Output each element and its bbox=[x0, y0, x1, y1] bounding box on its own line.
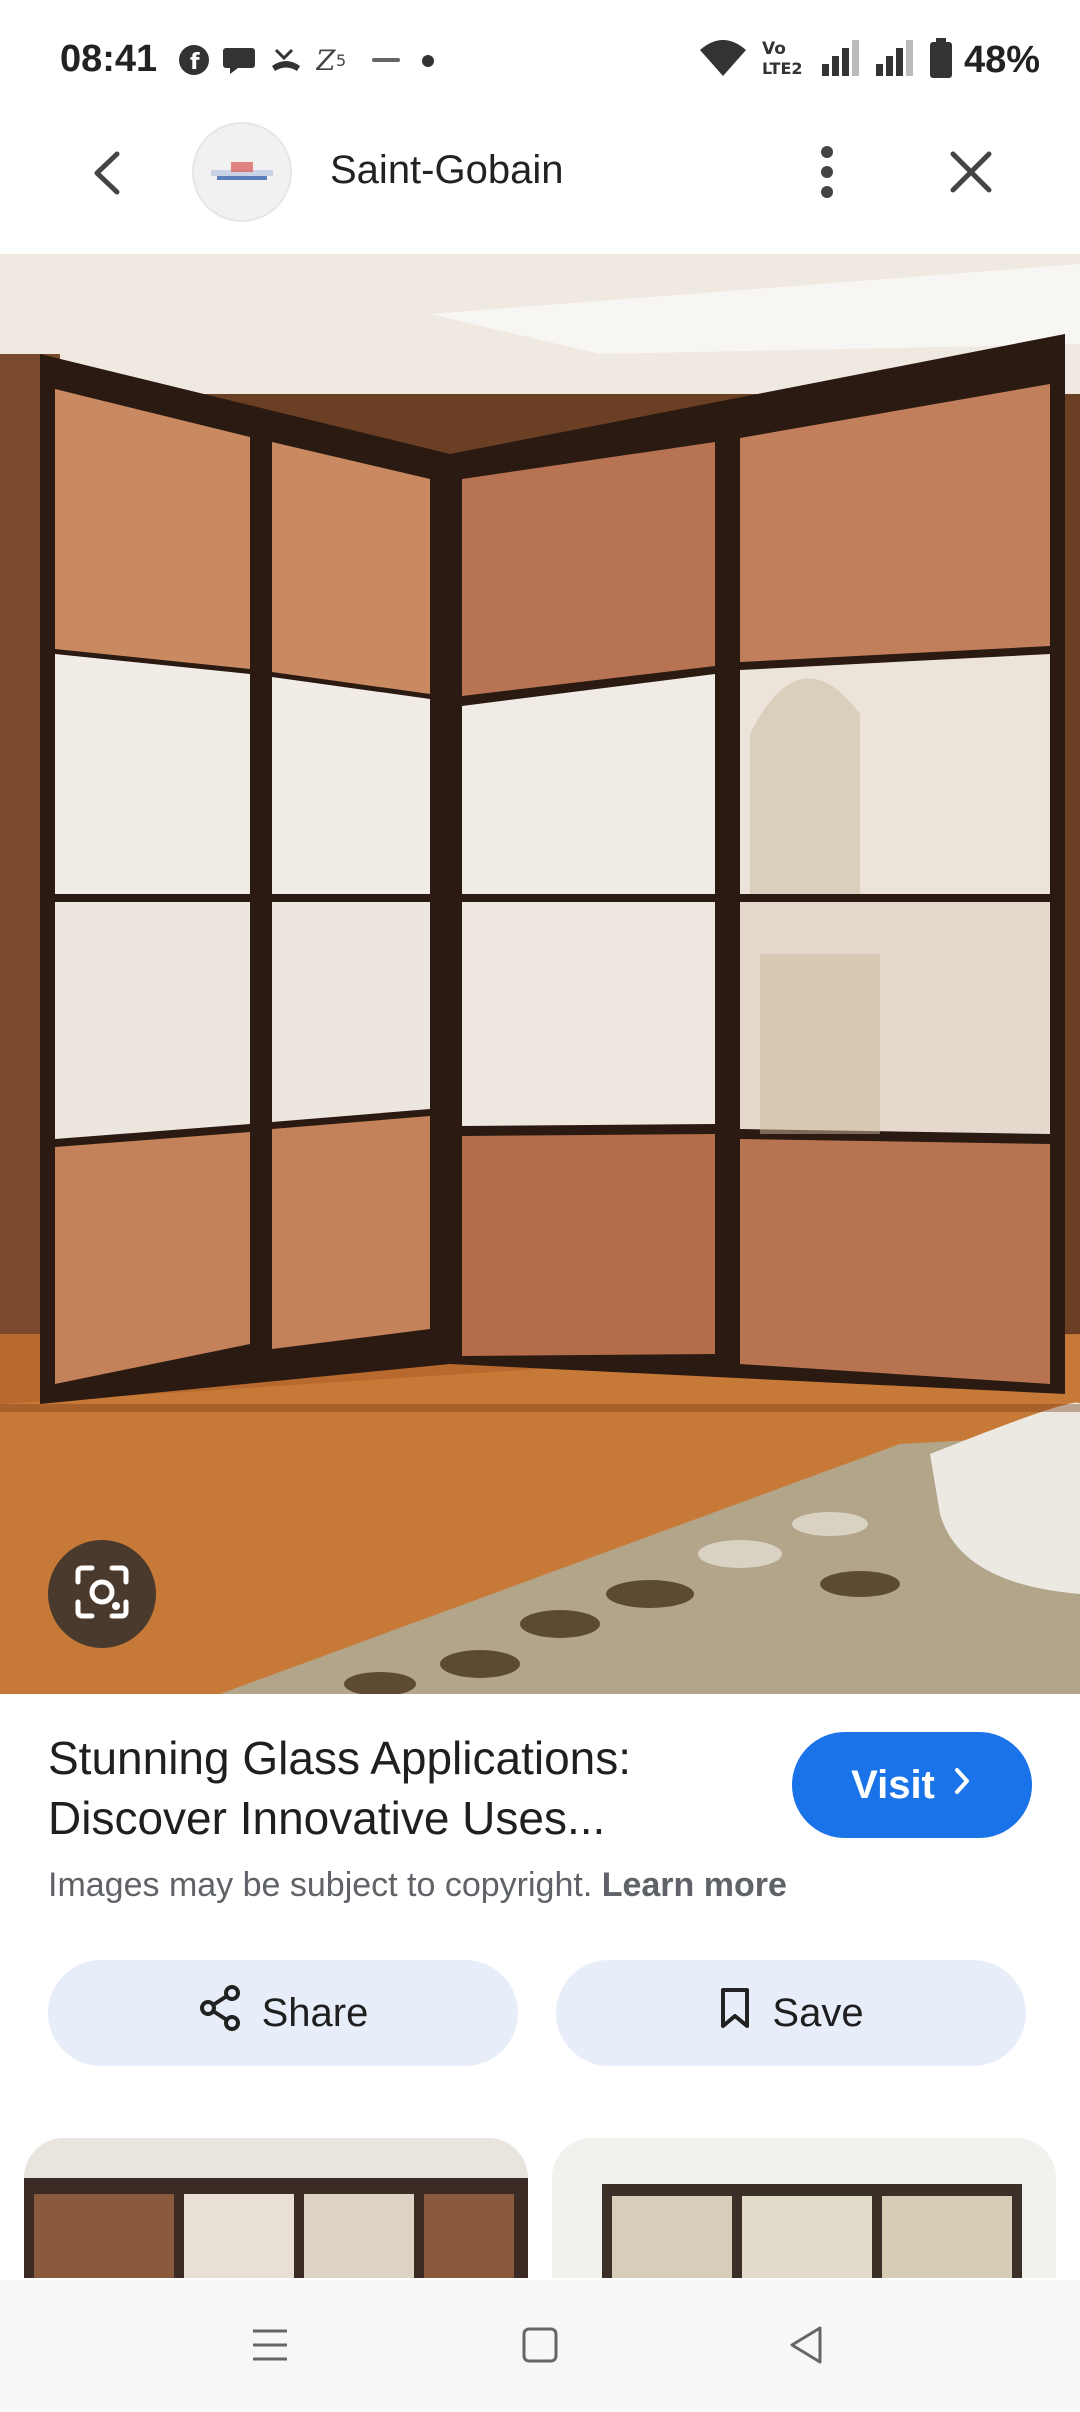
save-button[interactable]: Save bbox=[556, 1960, 1026, 2066]
related-image-thumbnail[interactable] bbox=[24, 2138, 528, 2278]
site-title: Saint-Gobain bbox=[330, 148, 564, 192]
home-icon bbox=[520, 2325, 560, 2370]
close-button[interactable] bbox=[932, 138, 1010, 210]
chevron-right-icon bbox=[951, 1763, 973, 1808]
google-lens-button[interactable] bbox=[48, 1540, 156, 1648]
share-label: Share bbox=[261, 1990, 369, 2035]
svg-text:LTE2: LTE2 bbox=[762, 59, 803, 78]
svg-text:Z: Z bbox=[316, 44, 336, 76]
chevron-left-icon bbox=[87, 148, 127, 203]
battery-percent: 48% bbox=[963, 38, 1040, 81]
menu-icon bbox=[249, 2325, 291, 2370]
save-label: Save bbox=[772, 1990, 864, 2035]
copyright-text: Images may be subject to copyright. bbox=[48, 1866, 593, 1904]
signal-icon bbox=[874, 36, 918, 85]
battery-icon bbox=[928, 36, 954, 85]
volte-icon: Vo LTE2 bbox=[760, 36, 810, 85]
status-time: 08:41 bbox=[60, 38, 158, 80]
learn-more-link[interactable]: Learn more bbox=[602, 1866, 787, 1904]
recents-button[interactable] bbox=[240, 2320, 300, 2374]
call-missed-icon bbox=[268, 44, 304, 76]
visit-label: Visit bbox=[851, 1762, 935, 1807]
system-status-icons: Vo LTE2 48% bbox=[696, 36, 1040, 84]
back-icon bbox=[786, 2324, 826, 2371]
related-image-thumbnail[interactable] bbox=[552, 2138, 1056, 2278]
result-title-line2: Discover Innovative Uses... bbox=[48, 1792, 606, 1844]
share-icon bbox=[198, 1985, 242, 2041]
signal-icon bbox=[820, 36, 864, 85]
site-favicon bbox=[192, 122, 292, 222]
visit-button[interactable]: Visit bbox=[792, 1732, 1032, 1838]
svg-text:Vo: Vo bbox=[762, 39, 786, 59]
z5-icon: Z5 bbox=[316, 44, 356, 76]
back-button[interactable] bbox=[70, 138, 144, 212]
more-vert-icon bbox=[817, 144, 837, 205]
dot-icon bbox=[416, 44, 440, 76]
chat-icon bbox=[222, 44, 256, 76]
nav-back-button[interactable] bbox=[776, 2320, 836, 2374]
more-options-button[interactable] bbox=[800, 138, 854, 210]
copyright-notice: Images may be subject to copyright. Lear… bbox=[48, 1866, 787, 1905]
notification-icons: f Z5 bbox=[178, 40, 440, 80]
hero-image[interactable] bbox=[0, 254, 1080, 1694]
share-button[interactable]: Share bbox=[48, 1960, 518, 2066]
result-title[interactable]: Stunning Glass Applications: Discover In… bbox=[48, 1728, 748, 1848]
result-title-line1: Stunning Glass Applications: bbox=[48, 1732, 632, 1784]
status-bar: 08:41 f Z5 Vo LTE2 48% bbox=[0, 0, 1080, 120]
google-lens-icon bbox=[72, 1562, 132, 1627]
svg-text:f: f bbox=[190, 50, 200, 75]
system-nav-bar bbox=[0, 2280, 1080, 2412]
bookmark-icon bbox=[718, 1986, 752, 2040]
wifi-icon bbox=[696, 36, 750, 85]
svg-text:5: 5 bbox=[336, 51, 346, 70]
home-button[interactable] bbox=[510, 2320, 570, 2374]
close-icon bbox=[947, 148, 995, 201]
rapido-icon bbox=[368, 44, 404, 76]
facebook-icon: f bbox=[178, 44, 210, 76]
